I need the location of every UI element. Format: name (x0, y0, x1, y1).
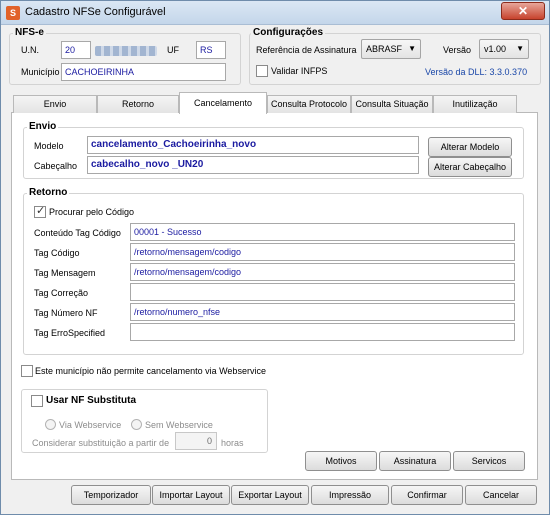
retorno-row-label: Tag Código (34, 248, 80, 258)
envio-group-title: Envio (27, 121, 59, 132)
retorno-row-field[interactable]: /retorno/mensagem/codigo (130, 263, 515, 281)
motivos-button[interactable]: Motivos (305, 451, 377, 471)
chevron-down-icon: ▼ (408, 44, 416, 53)
modelo-field[interactable]: cancelamento_Cachoeirinha_novo (87, 136, 419, 154)
retorno-row-label: Tag Número NF (34, 308, 98, 318)
tab-cancelamento[interactable]: Cancelamento (179, 92, 267, 114)
horas-field[interactable]: 0 (175, 432, 217, 450)
procurar-codigo-label: Procurar pelo Código (49, 207, 135, 217)
tab-consulta-situacao[interactable]: Consulta Situação (351, 95, 433, 113)
un-label: U.N. (21, 45, 39, 55)
un-field[interactable]: 20 (61, 41, 91, 59)
ref-assinatura-select[interactable]: ABRASF ▼ (361, 39, 421, 59)
retorno-row-field[interactable]: /retorno/numero_nfse (130, 303, 515, 321)
usar-nf-substituta-label: Usar NF Substituta (46, 395, 137, 406)
cabecalho-label: Cabeçalho (34, 161, 78, 171)
importar-layout-button[interactable]: Importar Layout (152, 485, 230, 505)
window-title: Cadastro NFSe Configurável (25, 6, 166, 18)
title-bar[interactable]: S Cadastro NFSe Configurável ✕ (1, 1, 549, 25)
horas-label: horas (221, 438, 244, 448)
versao-select[interactable]: v1.00 ▼ (479, 39, 529, 59)
app-icon: S (6, 6, 20, 20)
retorno-row-field[interactable] (130, 283, 515, 301)
dll-version-label: Versão da DLL: 3.3.0.370 (425, 67, 528, 77)
retorno-row-label: Tag Correção (34, 288, 89, 298)
impressao-button[interactable]: Impressão (311, 485, 389, 505)
tab-inutilizacao[interactable]: Inutilização (433, 95, 517, 113)
retorno-row-field[interactable]: /retorno/mensagem/codigo (130, 243, 515, 261)
via-webservice-label: Via Webservice (59, 420, 122, 430)
uf-label: UF (167, 45, 179, 55)
tab-consulta-protocolo[interactable]: Consulta Protocolo (267, 95, 351, 113)
versao-value: v1.00 (484, 44, 507, 54)
usar-nf-substituta-checkbox[interactable] (31, 395, 43, 407)
retorno-row-label: Tag Mensagem (34, 268, 96, 278)
validar-infps-label: Validar INFPS (271, 66, 328, 76)
alterar-modelo-button[interactable]: Alterar Modelo (428, 137, 512, 157)
validar-infps-checkbox[interactable] (256, 65, 268, 77)
retorno-row-field[interactable]: 00001 - Sucesso (130, 223, 515, 241)
uf-field[interactable]: RS (196, 41, 226, 59)
cancelar-button[interactable]: Cancelar (465, 485, 537, 505)
sem-webservice-radio[interactable] (131, 419, 142, 430)
versao-label: Versão (443, 45, 472, 55)
tab-retorno[interactable]: Retorno (97, 95, 179, 113)
considerar-label: Considerar substituição a partir de (32, 438, 170, 448)
retorno-row-field[interactable] (130, 323, 515, 341)
nfse-group-title: NFS-e (13, 27, 46, 38)
ref-assinatura-label: Referência de Assinatura (256, 45, 357, 55)
nao-permite-checkbox[interactable] (21, 365, 33, 377)
temporizador-button[interactable]: Temporizador (71, 485, 151, 505)
close-button[interactable]: ✕ (501, 2, 545, 20)
assinatura-button[interactable]: Assinatura (379, 451, 451, 471)
municipio-label: Município (21, 67, 60, 77)
retorno-row-label: Conteúdo Tag Código (34, 228, 121, 238)
servicos-button[interactable]: Servicos (453, 451, 525, 471)
exportar-layout-button[interactable]: Exportar Layout (231, 485, 309, 505)
retorno-row-label: Tag ErroSpecified (34, 328, 106, 338)
tab-envio[interactable]: Envio (13, 95, 97, 113)
via-webservice-radio[interactable] (45, 419, 56, 430)
alterar-cabecalho-button[interactable]: Alterar Cabeçalho (428, 157, 512, 177)
dialog-window: S Cadastro NFSe Configurável ✕ NFS-e U.N… (0, 0, 550, 515)
confirmar-button[interactable]: Confirmar (391, 485, 463, 505)
config-group-title: Configurações (251, 27, 326, 38)
sem-webservice-label: Sem Webservice (145, 420, 213, 430)
chevron-down-icon: ▼ (516, 44, 524, 53)
modelo-label: Modelo (34, 141, 64, 151)
cabecalho-field[interactable]: cabecalho_novo _UN20 (87, 156, 419, 174)
retorno-group-title: Retorno (27, 187, 70, 198)
redacted-text (95, 46, 157, 56)
procurar-codigo-checkbox[interactable] (34, 204, 46, 218)
ref-assinatura-value: ABRASF (366, 44, 403, 54)
municipio-field[interactable]: CACHOEIRINHA (61, 63, 226, 81)
nao-permite-label: Este município não permite cancelamento … (35, 366, 266, 376)
